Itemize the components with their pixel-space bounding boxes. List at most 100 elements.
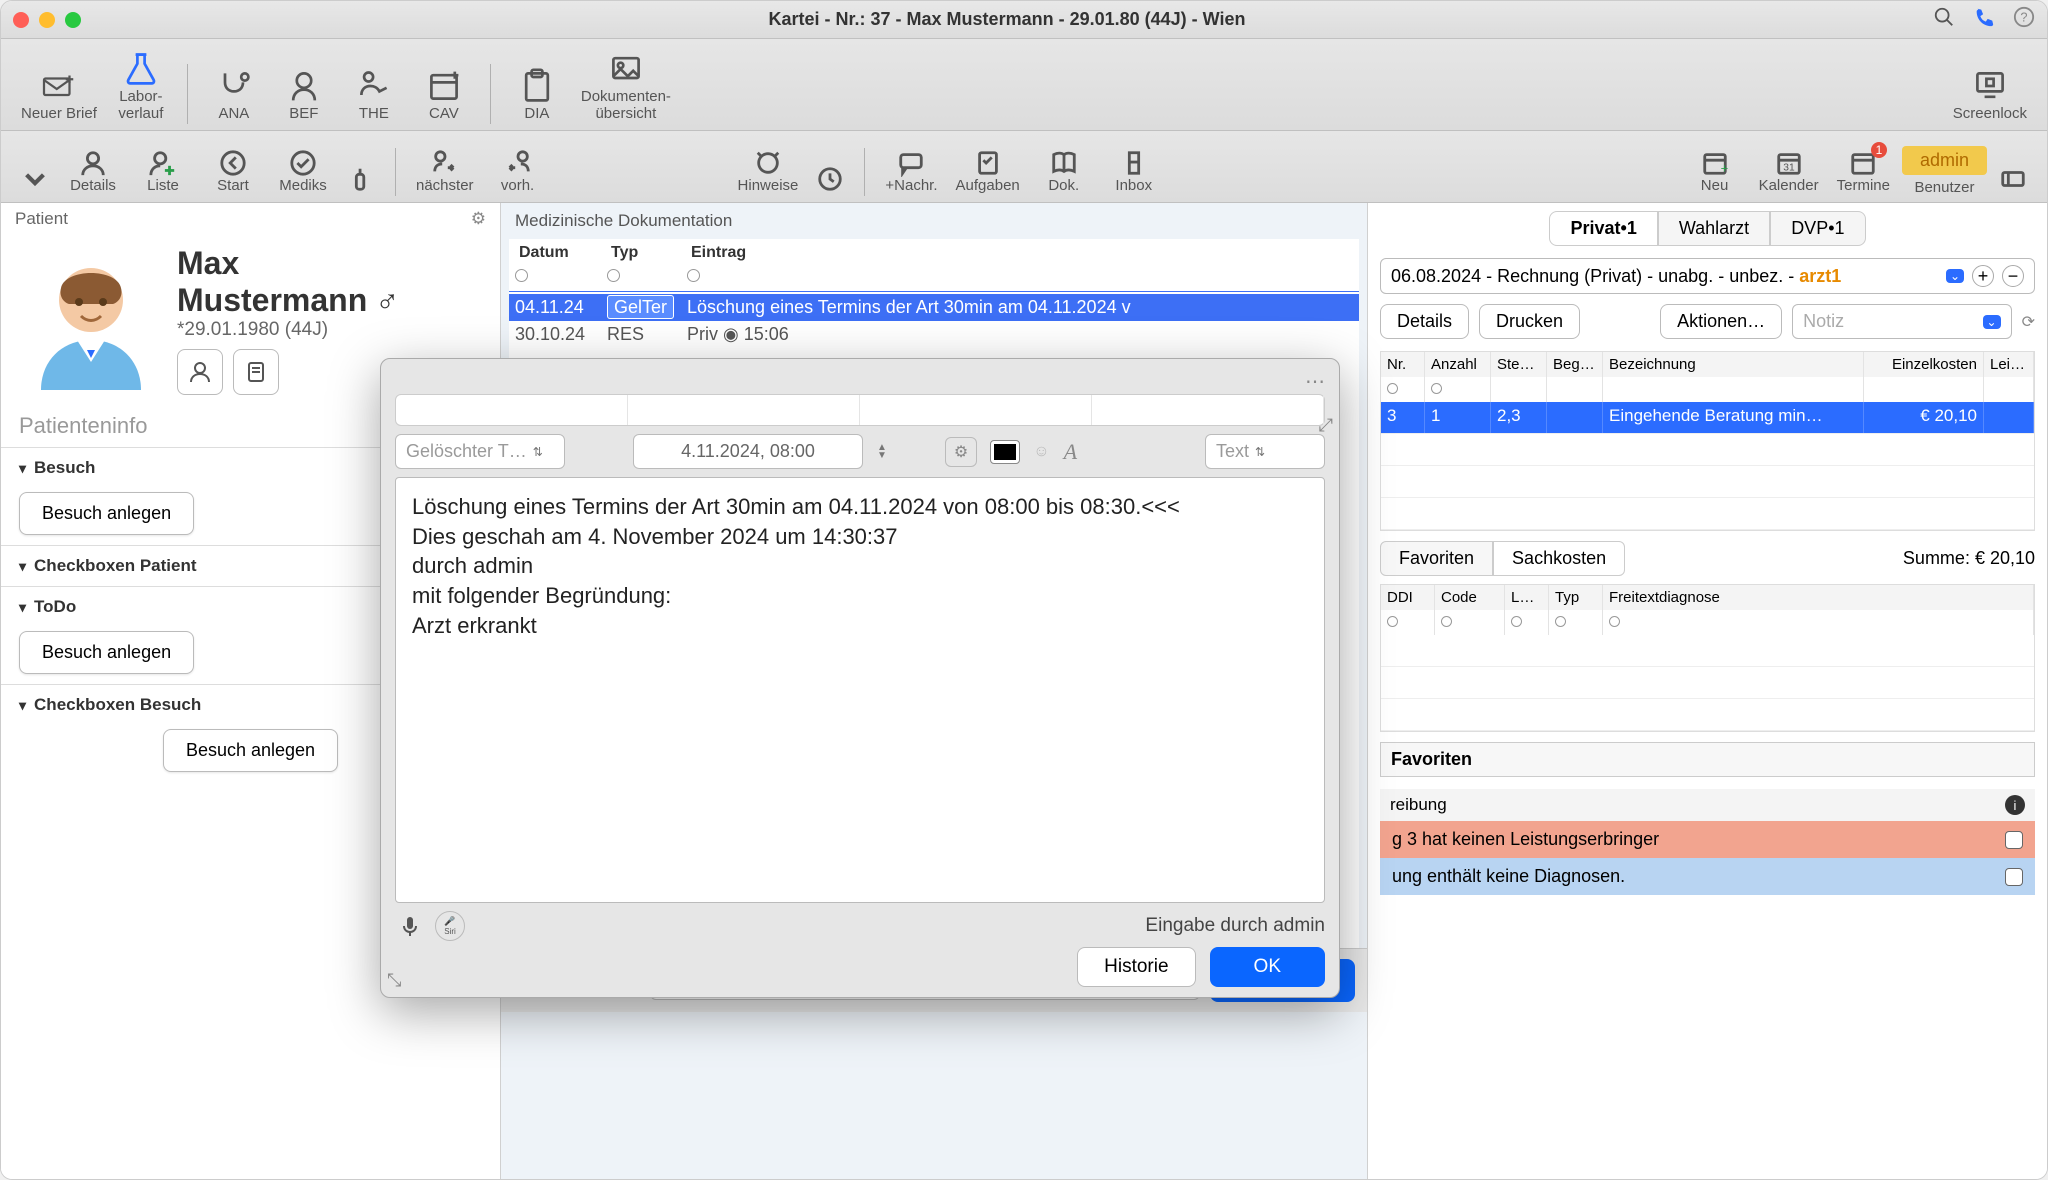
hinweise-button[interactable]: Hinweise: [732, 146, 805, 197]
kalender-button[interactable]: 31Kalender: [1753, 146, 1825, 197]
start-button[interactable]: Start: [201, 146, 265, 197]
help-icon[interactable]: ?: [2013, 6, 2035, 33]
clock-button[interactable]: [810, 162, 850, 196]
grid2-row[interactable]: [1381, 667, 2034, 699]
select-chevron-icon[interactable]: ⌄: [1983, 315, 2001, 329]
aktionen-button[interactable]: Aktionen…: [1660, 304, 1782, 339]
window-controls[interactable]: [13, 12, 81, 28]
tab-favoriten[interactable]: Favoriten: [1380, 541, 1493, 576]
checkbox[interactable]: [2005, 831, 2023, 849]
close-window-icon[interactable]: [13, 12, 29, 28]
id-button[interactable]: [1993, 162, 2033, 196]
user-chip[interactable]: admin: [1902, 146, 1987, 175]
stepper-icon[interactable]: ▲▼: [877, 444, 887, 460]
aufgaben-button[interactable]: Aufgaben: [950, 146, 1026, 197]
besuch-anlegen-button-2[interactable]: Besuch anlegen: [19, 631, 194, 674]
ok-button[interactable]: OK: [1210, 947, 1325, 987]
col-anzahl[interactable]: Anzahl: [1425, 352, 1491, 377]
search-icon[interactable]: [1933, 6, 1955, 33]
col-datum[interactable]: Datum: [513, 241, 605, 265]
warning-row-1[interactable]: g 3 hat keinen Leistungserbringer: [1380, 821, 2035, 858]
mic-icon[interactable]: [395, 911, 425, 941]
deo-button[interactable]: [341, 162, 381, 196]
liste-button[interactable]: Liste: [131, 146, 195, 197]
info-dot-icon[interactable]: i: [2005, 795, 2025, 815]
patient-doc-button[interactable]: [233, 349, 279, 395]
col-lei[interactable]: Lei…: [1984, 352, 2034, 377]
bef-button[interactable]: BEF: [272, 64, 336, 125]
naechster-button[interactable]: nächster: [410, 146, 480, 197]
col-ek[interactable]: Einzelkosten: [1864, 352, 1984, 377]
emoji-icon[interactable]: ☺: [1033, 443, 1049, 461]
more-icon[interactable]: ⋯: [1305, 369, 1325, 394]
seg-privat[interactable]: Privat•1: [1549, 211, 1657, 246]
gear-small-icon[interactable]: ⚙: [945, 437, 977, 467]
besuch-anlegen-button-3[interactable]: Besuch anlegen: [163, 729, 338, 772]
col-eintrag[interactable]: Eintrag: [685, 241, 1355, 265]
col-code[interactable]: Code: [1435, 585, 1505, 610]
type-combo[interactable]: Gelöschter T…⇅: [395, 434, 565, 469]
phone-icon[interactable]: [1973, 6, 1995, 33]
minimize-window-icon[interactable]: [39, 12, 55, 28]
grid-row[interactable]: [1381, 434, 2034, 466]
dokumenten-button[interactable]: Dokumenten- übersicht: [575, 47, 677, 124]
drucken-button[interactable]: Drucken: [1479, 304, 1580, 339]
dropdown-icon[interactable]: [15, 162, 55, 196]
col-typ2[interactable]: Typ: [1549, 585, 1603, 610]
grid-row[interactable]: [1381, 498, 2034, 530]
col-beg[interactable]: Beg…: [1547, 352, 1603, 377]
expand-icon[interactable]: ⤢: [1319, 415, 1333, 436]
inbox-button[interactable]: Inbox: [1102, 146, 1166, 197]
besuch-anlegen-button[interactable]: Besuch anlegen: [19, 492, 194, 535]
seg-wahlarzt[interactable]: Wahlarzt: [1658, 211, 1770, 246]
details-button-r[interactable]: Details: [1380, 304, 1469, 339]
col-bez[interactable]: Bezeichnung: [1603, 352, 1864, 377]
laborverlauf-button[interactable]: Labor- verlauf: [109, 47, 173, 124]
cav-button[interactable]: CAV: [412, 64, 476, 125]
col-l[interactable]: L…: [1505, 585, 1549, 610]
siri-icon[interactable]: 🎤Siri: [435, 911, 465, 941]
nachr-button[interactable]: +Nachr.: [879, 146, 943, 197]
col-ddi[interactable]: DDI: [1381, 585, 1435, 610]
notiz-input[interactable]: Notiz⌄: [1792, 304, 2011, 339]
doc-row-selected[interactable]: 04.11.24 GelTer Löschung eines Termins d…: [509, 294, 1359, 321]
sync-icon[interactable]: ⟳: [2022, 312, 2035, 332]
neu-button[interactable]: +Neu: [1683, 146, 1747, 197]
vorh-button[interactable]: vorh.: [486, 146, 550, 197]
col-frei[interactable]: Freitextdiagnose: [1603, 585, 2034, 610]
dok-button[interactable]: Dok.: [1032, 146, 1096, 197]
format-combo[interactable]: Text⇅: [1205, 434, 1325, 469]
gear-icon[interactable]: ⚙: [471, 209, 486, 229]
col-ste[interactable]: Ste…: [1491, 352, 1547, 377]
grid-row[interactable]: [1381, 466, 2034, 498]
entry-textarea[interactable]: Löschung eines Termins der Art 30min am …: [395, 477, 1325, 903]
ana-button[interactable]: ANA: [202, 64, 266, 125]
color-swatch[interactable]: [991, 441, 1019, 463]
termine-button[interactable]: 1Termine: [1831, 146, 1896, 197]
checkbox[interactable]: [2005, 868, 2023, 886]
doc-row[interactable]: 30.10.24 RES Priv ◉ 15:06: [509, 321, 1359, 348]
popover-tabs[interactable]: [395, 394, 1325, 426]
font-icon[interactable]: A: [1064, 439, 1077, 465]
tab-sachkosten[interactable]: Sachkosten: [1493, 541, 1625, 576]
patient-detail-button[interactable]: [177, 349, 223, 395]
grid2-row[interactable]: [1381, 699, 2034, 731]
collapse-icon[interactable]: ⤡: [387, 970, 401, 991]
historie-button[interactable]: Historie: [1077, 947, 1195, 987]
mediks-button[interactable]: Mediks: [271, 146, 335, 197]
col-nr[interactable]: Nr.: [1381, 352, 1425, 377]
add-icon[interactable]: +: [1972, 265, 1994, 287]
favoriten-tab-3[interactable]: Favoriten: [1380, 742, 2035, 777]
datetime-field[interactable]: 4.11.2024, 08:00: [633, 434, 863, 469]
neuer-brief-button[interactable]: Neuer Brief: [15, 64, 103, 125]
remove-icon[interactable]: −: [2002, 265, 2024, 287]
screenlock-button[interactable]: Screenlock: [1947, 64, 2033, 125]
the-button[interactable]: THE: [342, 64, 406, 125]
select-chevron-icon[interactable]: ⌄: [1946, 269, 1964, 283]
dia-button[interactable]: DIA: [505, 64, 569, 125]
warning-row-2[interactable]: ung enthält keine Diagnosen.: [1380, 858, 2035, 895]
seg-dvp[interactable]: DVP•1: [1770, 211, 1865, 246]
grid-row-selected[interactable]: 3 1 2,3 Eingehende Beratung min… € 20,10: [1381, 402, 2034, 434]
invoice-select[interactable]: 06.08.2024 - Rechnung (Privat) - unabg. …: [1380, 258, 2035, 294]
zoom-window-icon[interactable]: [65, 12, 81, 28]
